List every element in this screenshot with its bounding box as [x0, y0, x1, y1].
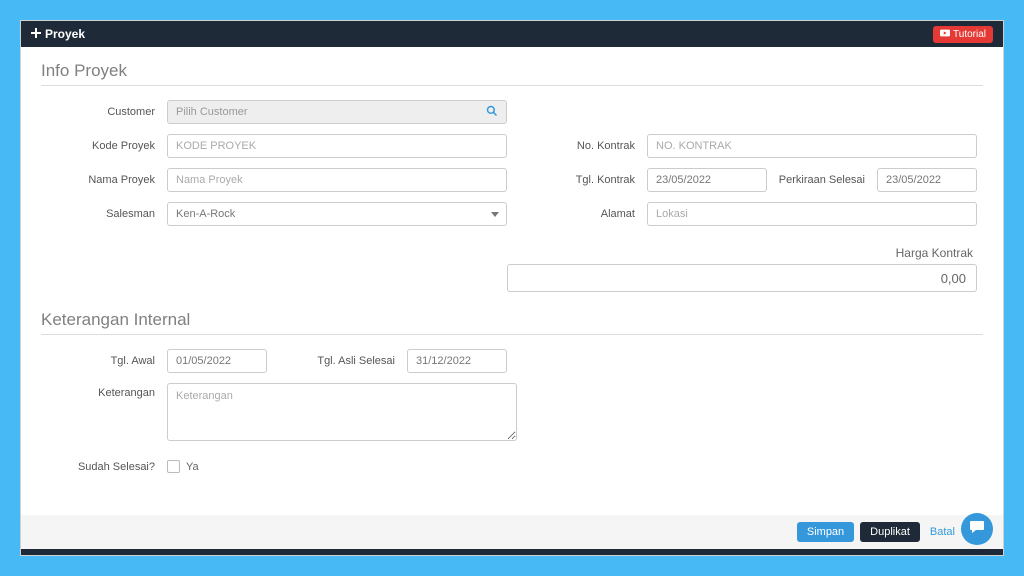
tgl-kontrak-input[interactable] [647, 168, 767, 192]
salesman-select[interactable] [167, 202, 507, 226]
harga-kontrak-input[interactable]: 0,00 [507, 264, 977, 292]
info-proyek-title: Info Proyek [41, 61, 983, 86]
salesman-label: Salesman [47, 208, 167, 220]
keterangan-textarea[interactable] [167, 383, 517, 441]
kode-proyek-label: Kode Proyek [47, 140, 167, 152]
sudah-selesai-label: Sudah Selesai? [47, 461, 167, 473]
kode-proyek-input[interactable] [167, 134, 507, 158]
nama-proyek-label: Nama Proyek [47, 174, 167, 186]
harga-kontrak-value: 0,00 [941, 271, 966, 286]
customer-label: Customer [47, 106, 167, 118]
simpan-button[interactable]: Simpan [797, 522, 854, 542]
keterangan-form: Tgl. Awal Tgl. Asli Selesai Keterangan S… [41, 349, 983, 473]
chat-widget[interactable] [961, 513, 993, 545]
batal-button[interactable]: Batal [926, 522, 959, 542]
content: Info Proyek Customer Pilih Customer [21, 47, 1003, 473]
customer-select[interactable]: Pilih Customer [167, 100, 507, 124]
plus-icon [31, 27, 41, 41]
tutorial-button[interactable]: Tutorial [933, 26, 993, 43]
tgl-awal-input[interactable] [167, 349, 267, 373]
titlebar: Proyek Tutorial [21, 21, 1003, 47]
page-title-wrap: Proyek [31, 27, 85, 41]
chat-icon [969, 520, 985, 539]
tgl-awal-label: Tgl. Awal [47, 355, 167, 367]
youtube-icon [940, 29, 950, 40]
footer-accent [21, 549, 1003, 555]
alamat-label: Alamat [537, 208, 647, 220]
keterangan-internal-title: Keterangan Internal [41, 310, 983, 335]
no-kontrak-label: No. Kontrak [537, 140, 647, 152]
ya-label: Ya [186, 461, 199, 473]
nama-proyek-input[interactable] [167, 168, 507, 192]
info-proyek-form: Customer Pilih Customer Kode Proyek [41, 100, 983, 292]
customer-placeholder: Pilih Customer [176, 106, 248, 118]
tgl-asli-input[interactable] [407, 349, 507, 373]
tgl-asli-label: Tgl. Asli Selesai [267, 355, 407, 367]
app-window: Proyek Tutorial Info Proyek Customer Pil… [20, 20, 1004, 556]
keterangan-label: Keterangan [47, 383, 167, 399]
no-kontrak-input[interactable] [647, 134, 977, 158]
alamat-input[interactable] [647, 202, 977, 226]
tutorial-label: Tutorial [953, 29, 986, 40]
duplikat-button[interactable]: Duplikat [860, 522, 920, 542]
footer-bar: Simpan Duplikat Batal [21, 515, 1003, 549]
page-title: Proyek [45, 27, 85, 41]
sudah-selesai-checkbox[interactable] [167, 460, 180, 473]
tgl-kontrak-label: Tgl. Kontrak [537, 174, 647, 186]
search-icon [486, 105, 498, 120]
perkiraan-label: Perkiraan Selesai [767, 174, 877, 186]
harga-kontrak-label: Harga Kontrak [896, 246, 977, 260]
perkiraan-input[interactable] [877, 168, 977, 192]
